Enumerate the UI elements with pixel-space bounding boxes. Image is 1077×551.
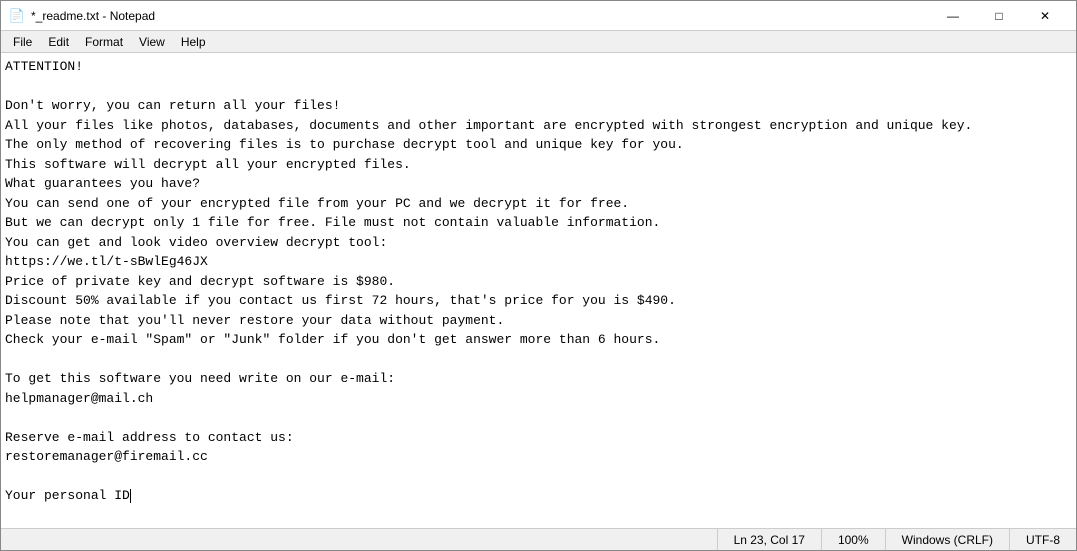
menu-file[interactable]: File [5, 31, 40, 53]
title-bar: 📄 *_readme.txt - Notepad — □ ✕ [1, 1, 1076, 31]
title-bar-controls: — □ ✕ [930, 1, 1068, 31]
zoom-level: 100% [821, 529, 885, 550]
maximize-button[interactable]: □ [976, 1, 1022, 31]
status-bar: Ln 23, Col 17 100% Windows (CRLF) UTF-8 [1, 528, 1076, 550]
notepad-icon: 📄 [9, 8, 25, 24]
menu-edit[interactable]: Edit [40, 31, 77, 53]
window-title: *_readme.txt - Notepad [31, 9, 155, 23]
menu-bar: File Edit Format View Help [1, 31, 1076, 53]
menu-view[interactable]: View [131, 31, 173, 53]
menu-format[interactable]: Format [77, 31, 131, 53]
text-cursor [130, 489, 131, 503]
notepad-window: 📄 *_readme.txt - Notepad — □ ✕ File Edit… [0, 0, 1077, 551]
editor-area[interactable]: ATTENTION! Don't worry, you can return a… [1, 53, 1076, 528]
encoding: UTF-8 [1009, 529, 1076, 550]
title-bar-left: 📄 *_readme.txt - Notepad [9, 8, 155, 24]
cursor-position: Ln 23, Col 17 [717, 529, 821, 550]
close-button[interactable]: ✕ [1022, 1, 1068, 31]
line-ending: Windows (CRLF) [885, 529, 1009, 550]
minimize-button[interactable]: — [930, 1, 976, 31]
editor-content[interactable]: ATTENTION! Don't worry, you can return a… [5, 57, 1072, 524]
menu-help[interactable]: Help [173, 31, 214, 53]
